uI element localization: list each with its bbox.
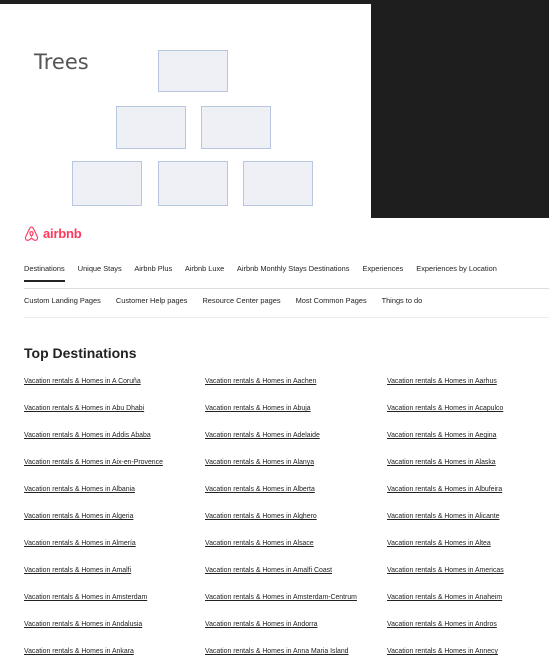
destination-link[interactable]: Vacation rentals & Homes in Alsace xyxy=(205,539,387,566)
destination-link[interactable]: Vacation rentals & Homes in Abu Dhabi xyxy=(24,404,205,431)
nav-tab-airbnb-plus[interactable]: Airbnb Plus xyxy=(134,264,172,273)
tree-node-level3-right xyxy=(243,161,313,206)
destination-link[interactable]: Vacation rentals & Homes in Andalusia xyxy=(24,620,205,647)
tree-node-root xyxy=(158,50,228,92)
destination-link[interactable]: Vacation rentals & Homes in Almería xyxy=(24,539,205,566)
destination-link[interactable]: Vacation rentals & Homes in Aarhus xyxy=(387,377,549,404)
destination-link[interactable]: Vacation rentals & Homes in Amsterdam-Ce… xyxy=(205,593,387,620)
brand-name: airbnb xyxy=(43,226,82,241)
destination-link[interactable]: Vacation rentals & Homes in Alicante xyxy=(387,512,549,539)
airbnb-logo-icon xyxy=(24,226,39,241)
destination-link[interactable]: Vacation rentals & Homes in Amalfi xyxy=(24,566,205,593)
destination-link[interactable]: Vacation rentals & Homes in Aix-en-Prove… xyxy=(24,458,205,485)
nav-tab-monthly-stays[interactable]: Airbnb Monthly Stays Destinations xyxy=(237,264,350,273)
destination-link[interactable]: Vacation rentals & Homes in Acapulco xyxy=(387,404,549,431)
brand-logo[interactable]: airbnb xyxy=(24,226,82,241)
destination-link[interactable]: Vacation rentals & Homes in Albufeira xyxy=(387,485,549,512)
tree-diagram-panel: Trees xyxy=(0,4,371,218)
section-title: Top Destinations xyxy=(24,345,137,361)
destination-link[interactable]: Vacation rentals & Homes in Anaheim xyxy=(387,593,549,620)
subnav-things-to-do[interactable]: Things to do xyxy=(382,296,423,305)
subnav-divider xyxy=(24,317,549,318)
tree-node-level2-left xyxy=(116,106,186,149)
secondary-nav: Custom Landing Pages Customer Help pages… xyxy=(24,296,435,305)
destination-link[interactable]: Vacation rentals & Homes in Alghero xyxy=(205,512,387,539)
destination-link[interactable]: Vacation rentals & Homes in Algeria xyxy=(24,512,205,539)
destination-link[interactable]: Vacation rentals & Homes in Andorra xyxy=(205,620,387,647)
destination-links-grid: Vacation rentals & Homes in A Coruña Vaca… xyxy=(24,377,549,662)
destination-link[interactable]: Vacation rentals & Homes in Albania xyxy=(24,485,205,512)
subnav-customer-help-pages[interactable]: Customer Help pages xyxy=(116,296,187,305)
destination-link[interactable]: Vacation rentals & Homes in Amalfi Coast xyxy=(205,566,387,593)
subnav-most-common-pages[interactable]: Most Common Pages xyxy=(296,296,367,305)
tree-node-level3-middle xyxy=(158,161,228,206)
tree-node-level2-right xyxy=(201,106,271,149)
nav-divider xyxy=(24,288,549,289)
destination-link[interactable]: Vacation rentals & Homes in A Coruña xyxy=(24,377,205,404)
nav-tab-unique-stays[interactable]: Unique Stays xyxy=(78,264,122,273)
destination-link[interactable]: Vacation rentals & Homes in Andros xyxy=(387,620,549,647)
destination-link[interactable]: Vacation rentals & Homes in Alanya xyxy=(205,458,387,485)
nav-tab-destinations[interactable]: Destinations xyxy=(24,264,65,273)
destination-link[interactable]: Vacation rentals & Homes in Americas xyxy=(387,566,549,593)
tree-title: Trees xyxy=(34,50,89,74)
destination-link[interactable]: Vacation rentals & Homes in Annecy xyxy=(387,647,549,662)
destination-link[interactable]: Vacation rentals & Homes in Abuja xyxy=(205,404,387,431)
nav-tab-experiences-by-location[interactable]: Experiences by Location xyxy=(416,264,497,273)
destination-link[interactable]: Vacation rentals & Homes in Anna Maria I… xyxy=(205,647,387,662)
destination-link[interactable]: Vacation rentals & Homes in Altea xyxy=(387,539,549,566)
tree-node-level3-left xyxy=(72,161,142,206)
subnav-resource-center-pages[interactable]: Resource Center pages xyxy=(202,296,280,305)
destination-link[interactable]: Vacation rentals & Homes in Aachen xyxy=(205,377,387,404)
nav-tab-experiences[interactable]: Experiences xyxy=(363,264,404,273)
destination-link[interactable]: Vacation rentals & Homes in Amsterdam xyxy=(24,593,205,620)
destination-link[interactable]: Vacation rentals & Homes in Addis Ababa xyxy=(24,431,205,458)
destination-link[interactable]: Vacation rentals & Homes in Adelaide xyxy=(205,431,387,458)
destination-link[interactable]: Vacation rentals & Homes in Alberta xyxy=(205,485,387,512)
nav-tab-airbnb-luxe[interactable]: Airbnb Luxe xyxy=(185,264,224,273)
destination-link[interactable]: Vacation rentals & Homes in Aegina xyxy=(387,431,549,458)
destination-link[interactable]: Vacation rentals & Homes in Ankara xyxy=(24,647,205,662)
destination-link[interactable]: Vacation rentals & Homes in Alaska xyxy=(387,458,549,485)
airbnb-sitemap-page: airbnb Destinations Unique Stays Airbnb … xyxy=(0,218,549,662)
primary-nav: Destinations Unique Stays Airbnb Plus Ai… xyxy=(24,264,508,273)
subnav-custom-landing-pages[interactable]: Custom Landing Pages xyxy=(24,296,101,305)
